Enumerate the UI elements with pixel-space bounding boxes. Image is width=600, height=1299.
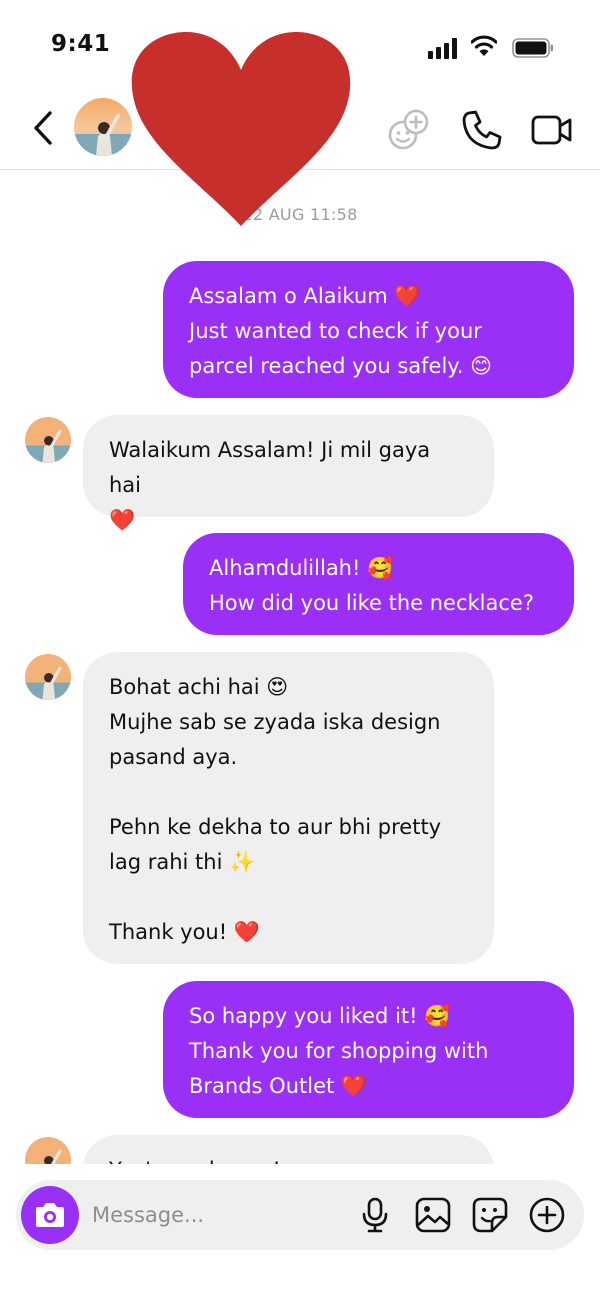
plus-icon[interactable] — [528, 1196, 566, 1234]
received-message-bubble[interactable]: You're welcome! — [83, 1135, 494, 1164]
received-message-bubble[interactable]: Bohat achi hai 😍 Mujhe sab se zyada iska… — [83, 652, 494, 964]
contact-avatar[interactable] — [74, 98, 132, 156]
camera-icon — [36, 1203, 64, 1227]
sent-message-bubble[interactable]: Assalam o Alaikum ❤️ Just wanted to chec… — [163, 261, 574, 398]
contact-avatar-small[interactable] — [25, 1137, 71, 1164]
video-camera-icon[interactable] — [530, 108, 574, 152]
sent-message-bubble[interactable]: So happy you liked it! 🥰 Thank you for s… — [163, 981, 574, 1118]
cellular-signal-icon — [428, 37, 458, 59]
received-message-bubble[interactable]: Walaikum Assalam! Ji mil gaya hai ❤️ — [83, 415, 494, 532]
message-composer — [16, 1180, 584, 1250]
message-thread[interactable]: 22 AUG 11:58 Assalam o Alaikum ❤️ Just w… — [0, 171, 600, 1164]
status-time: 9:41 — [51, 31, 111, 57]
microphone-icon[interactable] — [356, 1196, 394, 1234]
camera-button[interactable] — [21, 1186, 79, 1244]
battery-icon — [512, 38, 553, 58]
wifi-icon — [471, 35, 497, 56]
message-input[interactable] — [92, 1192, 342, 1238]
sticker-icon[interactable] — [471, 1196, 509, 1234]
video-chat-effects-icon[interactable] — [386, 108, 430, 152]
gallery-icon[interactable] — [414, 1196, 452, 1234]
sent-message-bubble[interactable]: Alhamdulillah! 🥰 How did you like the ne… — [183, 533, 574, 635]
heart-sticker — [131, 32, 351, 226]
phone-icon[interactable] — [460, 108, 504, 152]
contact-avatar-small[interactable] — [25, 417, 71, 463]
contact-avatar-small[interactable] — [25, 654, 71, 700]
back-chevron-icon[interactable] — [28, 108, 62, 148]
